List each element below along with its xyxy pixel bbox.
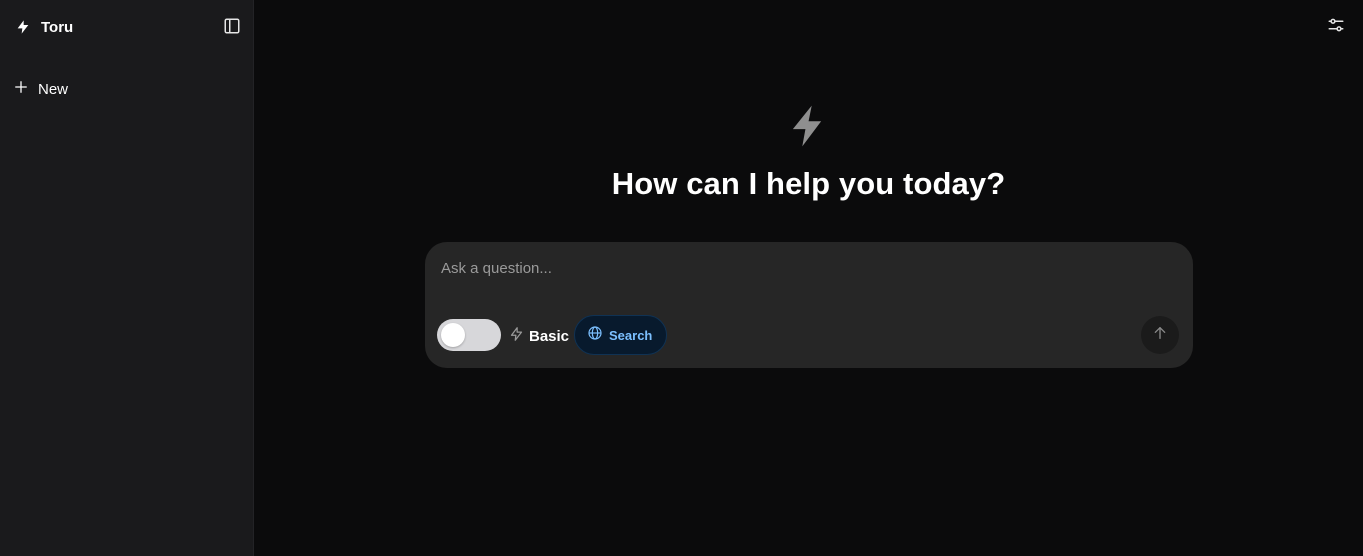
- send-button[interactable]: [1141, 316, 1179, 354]
- new-chat-label: New: [38, 81, 69, 98]
- sidebar: Toru New: [0, 0, 254, 556]
- page-title: How can I help you today?: [611, 166, 1006, 201]
- plus-icon: [14, 80, 28, 99]
- sidebar-toggle-button[interactable]: [222, 18, 242, 38]
- mode-indicator: Basic: [509, 326, 569, 347]
- main-area: How can I help you today? Basic: [254, 0, 1363, 556]
- toggle-knob: [441, 323, 465, 347]
- globe-icon: [587, 325, 603, 346]
- lightning-icon: [15, 18, 31, 36]
- app-root: Toru New How can I help you today? Ask a…: [0, 0, 1363, 556]
- search-label: Search: [609, 327, 653, 343]
- sliders-icon: [1327, 16, 1345, 39]
- mode-label: Basic: [529, 328, 570, 345]
- composer: Basic Search: [425, 242, 1193, 368]
- lightning-outline-icon: [509, 326, 524, 347]
- lightning-icon: [788, 104, 826, 148]
- arrow-up-icon: [1152, 325, 1168, 346]
- mode-toggle[interactable]: [437, 319, 501, 351]
- new-chat-button[interactable]: New: [14, 80, 68, 99]
- brand-name: Toru: [41, 18, 74, 36]
- search-toggle-button[interactable]: Search: [574, 315, 668, 355]
- question-input[interactable]: [441, 260, 1141, 300]
- brand[interactable]: Toru: [15, 18, 73, 36]
- settings-button[interactable]: [1325, 16, 1347, 38]
- sidebar-toggle-icon: [223, 17, 241, 40]
